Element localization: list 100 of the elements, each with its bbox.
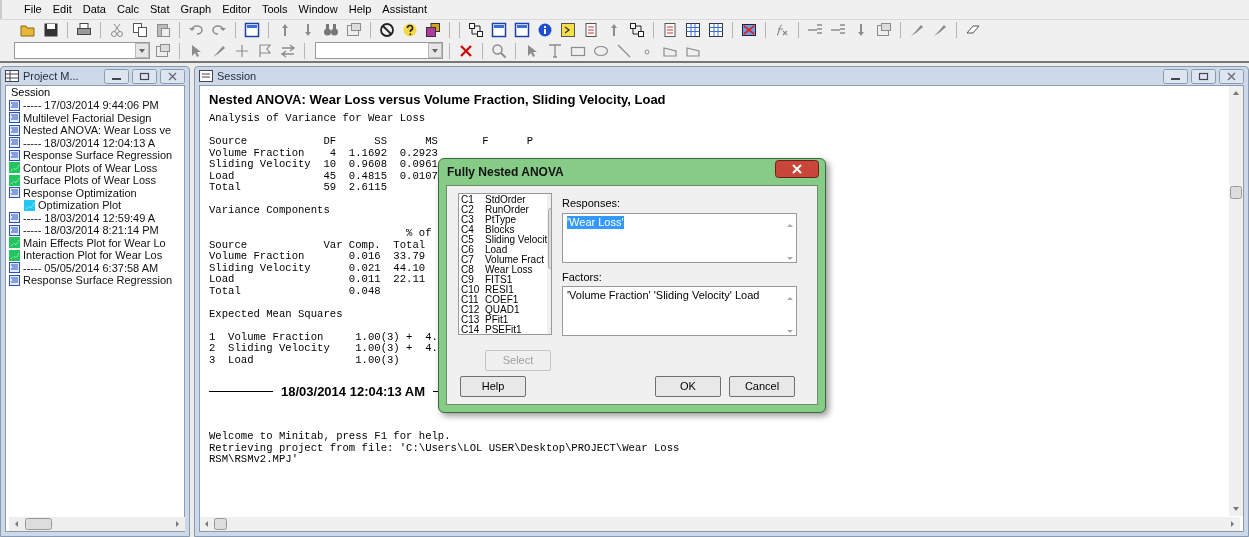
save-icon[interactable] bbox=[43, 22, 59, 38]
undo-icon[interactable] bbox=[188, 22, 204, 38]
help-icon[interactable] bbox=[402, 22, 418, 38]
tree-item[interactable]: ----- 18/03/2014 8:21:14 PM bbox=[23, 224, 159, 237]
tree-item[interactable]: Main Effects Plot for Wear Lo bbox=[23, 236, 166, 249]
paste-icon[interactable] bbox=[155, 22, 171, 38]
tree-icon[interactable] bbox=[468, 22, 484, 38]
menu-item[interactable]: Assistant bbox=[380, 1, 429, 18]
tree-item[interactable]: ----- 05/05/2014 6:37:58 AM bbox=[23, 261, 159, 274]
column-list[interactable]: C1 StdOrder C2 RunOrder C3 PtType C4 Blocks C5 Sliding Velocit C6 Load C7 Volume Fract C8 Wear Loss C9 FITS1 C10 RESI1 C11 COEF1 C12 QUAD1 C13 PFit1 C14 PSEFit1 bbox=[458, 193, 552, 335]
column-name[interactable]: Blocks bbox=[485, 225, 515, 235]
menu-item[interactable]: Data bbox=[80, 1, 108, 18]
window-title: Session bbox=[217, 68, 257, 84]
column-id[interactable]: C7 bbox=[461, 255, 485, 265]
column-id[interactable]: C9 bbox=[461, 275, 485, 285]
column-id[interactable]: C14 bbox=[461, 325, 485, 334]
close-button[interactable] bbox=[775, 160, 819, 178]
minimize-button[interactable] bbox=[1163, 68, 1188, 84]
minimize-button[interactable] bbox=[104, 68, 129, 84]
column-id[interactable]: C2 bbox=[461, 205, 485, 215]
menu-item[interactable]: Tools bbox=[259, 1, 290, 18]
menu-item[interactable]: Editor bbox=[220, 1, 253, 18]
stacked-windows-icon[interactable] bbox=[425, 22, 441, 38]
tree-item[interactable]: Contour Plots of Wear Loss bbox=[23, 161, 158, 174]
document-icon[interactable] bbox=[583, 22, 599, 38]
copy-icon[interactable] bbox=[132, 22, 148, 38]
help-button[interactable]: Help bbox=[460, 376, 526, 397]
tree-item[interactable]: Response Optimization bbox=[23, 186, 137, 199]
column-id[interactable]: C5 bbox=[461, 235, 485, 245]
column-id[interactable]: C4 bbox=[461, 225, 485, 235]
open-folder-icon[interactable] bbox=[20, 22, 36, 38]
ok-button[interactable]: OK bbox=[655, 376, 721, 397]
column-name[interactable]: PtType bbox=[485, 215, 517, 225]
document-icon[interactable] bbox=[662, 22, 678, 38]
maximize-button[interactable] bbox=[132, 68, 157, 84]
tree-item[interactable]: Response Surface Regression bbox=[23, 274, 173, 287]
info-icon[interactable] bbox=[537, 22, 553, 38]
column-id[interactable]: C13 bbox=[461, 315, 485, 325]
tree-item[interactable]: ----- 18/03/2014 12:04:13 A bbox=[23, 136, 156, 149]
column-id[interactable]: C11 bbox=[461, 295, 485, 305]
tree-item[interactable]: ----- 18/03/2014 12:59:49 A bbox=[23, 211, 156, 224]
column-name[interactable]: COEF1 bbox=[485, 295, 519, 305]
properties-icon[interactable] bbox=[876, 22, 892, 38]
column-name[interactable]: PFit1 bbox=[485, 315, 509, 325]
column-name[interactable]: QUAD1 bbox=[485, 305, 520, 315]
column-name[interactable]: PSEFit1 bbox=[485, 325, 522, 334]
input-field[interactable]: 'Volume Fraction' 'Sliding Velocity' Load bbox=[562, 286, 797, 336]
graph-cross-icon[interactable] bbox=[741, 22, 757, 38]
column-id[interactable]: C6 bbox=[461, 245, 485, 255]
column-id[interactable]: C10 bbox=[461, 285, 485, 295]
column-id[interactable]: C12 bbox=[461, 305, 485, 315]
column-name[interactable]: Load bbox=[485, 245, 508, 255]
window-icon[interactable] bbox=[514, 22, 530, 38]
scissors-icon[interactable] bbox=[109, 22, 125, 38]
grid-icon[interactable] bbox=[708, 22, 724, 38]
tree-item[interactable]: Interaction Plot for Wear Los bbox=[23, 249, 163, 262]
menu-item[interactable]: Edit bbox=[50, 1, 74, 18]
cancel-icon[interactable] bbox=[379, 22, 395, 38]
prompt-icon[interactable] bbox=[560, 22, 576, 38]
column-id[interactable]: C3 bbox=[461, 215, 485, 225]
swap-arrows-icon[interactable] bbox=[280, 42, 296, 59]
horizontal-scrollbar[interactable] bbox=[200, 517, 1240, 531]
properties-icon[interactable] bbox=[155, 42, 171, 59]
column-name[interactable]: StdOrder bbox=[485, 195, 526, 205]
column-name[interactable]: Volume Fract bbox=[485, 255, 544, 265]
window-icon[interactable] bbox=[244, 22, 260, 38]
delete-icon[interactable] bbox=[458, 42, 474, 59]
tree-icon[interactable] bbox=[629, 22, 645, 38]
menu-item[interactable]: File bbox=[22, 1, 44, 18]
column-name[interactable]: RunOrder bbox=[485, 205, 529, 215]
maximize-button[interactable] bbox=[1191, 68, 1216, 84]
vertical-scrollbar[interactable] bbox=[1229, 86, 1243, 516]
column-id[interactable]: C8 bbox=[461, 265, 485, 275]
column-name[interactable]: Wear Loss bbox=[485, 265, 533, 275]
tree-item[interactable]: ----- 17/03/2014 9:44:06 PM bbox=[23, 99, 159, 112]
function-icon[interactable] bbox=[774, 22, 790, 38]
tree-item[interactable]: Response Surface Regression bbox=[23, 149, 173, 162]
cancel-button[interactable]: Cancel bbox=[729, 376, 795, 397]
window-icon[interactable] bbox=[491, 22, 507, 38]
column-name[interactable]: Sliding Velocit bbox=[485, 235, 548, 245]
column-id[interactable]: C1 bbox=[461, 195, 485, 205]
close-button[interactable] bbox=[160, 68, 185, 84]
horizontal-scrollbar[interactable] bbox=[9, 517, 185, 531]
printer-icon[interactable] bbox=[76, 22, 92, 38]
properties-icon[interactable] bbox=[346, 22, 362, 38]
tree-item[interactable]: Nested ANOVA: Wear Loss ve bbox=[23, 124, 172, 137]
tree-item[interactable]: Multilevel Factorial Design bbox=[23, 111, 152, 124]
menu-item[interactable]: Window bbox=[296, 1, 340, 18]
tree-item[interactable]: Surface Plots of Wear Loss bbox=[23, 174, 157, 187]
redo-icon[interactable] bbox=[211, 22, 227, 38]
menu-item[interactable]: Stat bbox=[147, 1, 172, 18]
menu-item[interactable]: Graph bbox=[178, 1, 214, 18]
binoculars-icon[interactable] bbox=[323, 22, 339, 38]
grid-icon[interactable] bbox=[685, 22, 701, 38]
column-name[interactable]: RESI1 bbox=[485, 285, 514, 295]
tree-item[interactable]: Optimization Plot bbox=[38, 199, 122, 212]
menu-item[interactable]: Help bbox=[346, 1, 374, 18]
menu-item[interactable]: Calc bbox=[114, 1, 141, 18]
close-button[interactable] bbox=[1219, 68, 1244, 84]
column-name[interactable]: FITS1 bbox=[485, 275, 513, 285]
